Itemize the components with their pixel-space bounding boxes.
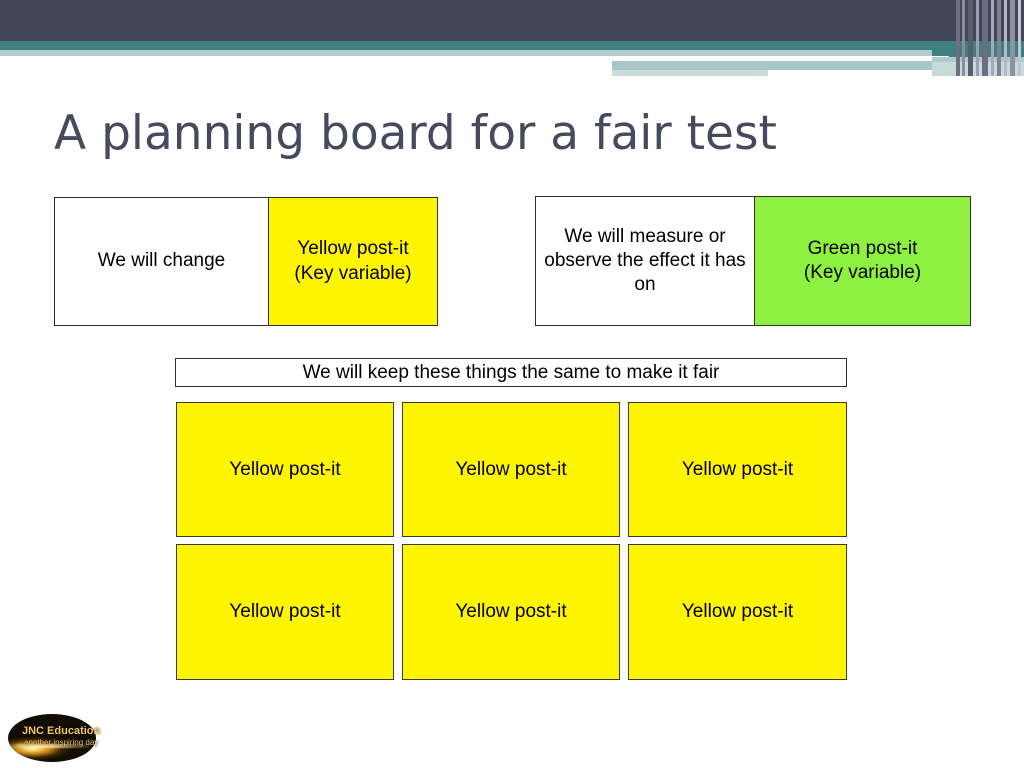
control-postit-label: Yellow post-it	[455, 458, 567, 480]
key-variable-green-postit[interactable]: Green post-it (Key variable)	[754, 196, 971, 326]
header-vertical-stripe-8	[1010, 0, 1015, 76]
header-band-teal-left	[0, 41, 932, 50]
header-vertical-stripe-7	[1004, 0, 1007, 76]
control-postit-label: Yellow post-it	[681, 458, 794, 480]
header-vertical-stripe-6	[997, 0, 1001, 76]
header-vertical-stripe-4	[982, 0, 988, 76]
jnc-education-logo: JNC Education another inspiring day	[8, 714, 100, 762]
control-variables-postit-grid: Yellow post-it Yellow post-it Yellow post-…	[176, 402, 847, 680]
control-variables-banner: We will keep these things the same to ma…	[175, 358, 847, 387]
header-vertical-stripe-9	[1018, 0, 1021, 76]
control-postit[interactable]: Yellow post-it	[176, 544, 394, 680]
header-vertical-stripe-5	[991, 0, 994, 76]
control-postit-label: Yellow post-it	[455, 601, 567, 622]
logo-title: JNC Education	[22, 725, 101, 737]
header-vertical-stripe-1	[962, 0, 965, 76]
control-postit-label: Yellow post-it	[229, 601, 341, 622]
control-postit[interactable]: Yellow post-it	[628, 544, 847, 680]
control-postit[interactable]: Yellow post-it	[402, 402, 620, 537]
control-postit[interactable]: Yellow post-it	[402, 544, 620, 680]
page-title: A planning board for a fair test	[54, 106, 777, 161]
control-postit[interactable]: Yellow post-it	[628, 402, 847, 537]
header-vertical-stripe-2	[968, 0, 973, 76]
we-will-change-prompt: We will change	[54, 197, 269, 326]
yellow-postit-line2: (Key variable)	[294, 262, 412, 284]
independent-variable-panel: We will change Yellow post-it (Key varia…	[54, 197, 439, 326]
key-variable-yellow-postit[interactable]: Yellow post-it (Key variable)	[268, 197, 438, 326]
we-will-measure-prompt: We will measure or observe the effect it…	[535, 196, 755, 326]
control-variables-banner-label: We will keep these things the same to ma…	[302, 361, 720, 383]
header-band-dark	[0, 0, 1024, 41]
green-postit-line1: Green post-it	[807, 237, 918, 259]
header-stripe-white-short	[828, 56, 949, 60]
control-postit-label: Yellow post-it	[681, 601, 794, 622]
logo-tagline: another inspiring day	[24, 738, 99, 747]
green-postit-line2: (Key variable)	[803, 262, 922, 283]
header-band-pale-low	[612, 70, 768, 76]
dependent-variable-panel: We will measure or observe the effect it…	[535, 196, 972, 326]
header-decoration-banner	[0, 0, 1024, 76]
control-postit-label: Yellow post-it	[229, 458, 341, 480]
yellow-postit-line1: Yellow post-it	[297, 238, 409, 260]
header-vertical-stripe-3	[976, 0, 979, 76]
header-vertical-stripe-0	[956, 0, 960, 76]
control-postit[interactable]: Yellow post-it	[176, 402, 394, 537]
